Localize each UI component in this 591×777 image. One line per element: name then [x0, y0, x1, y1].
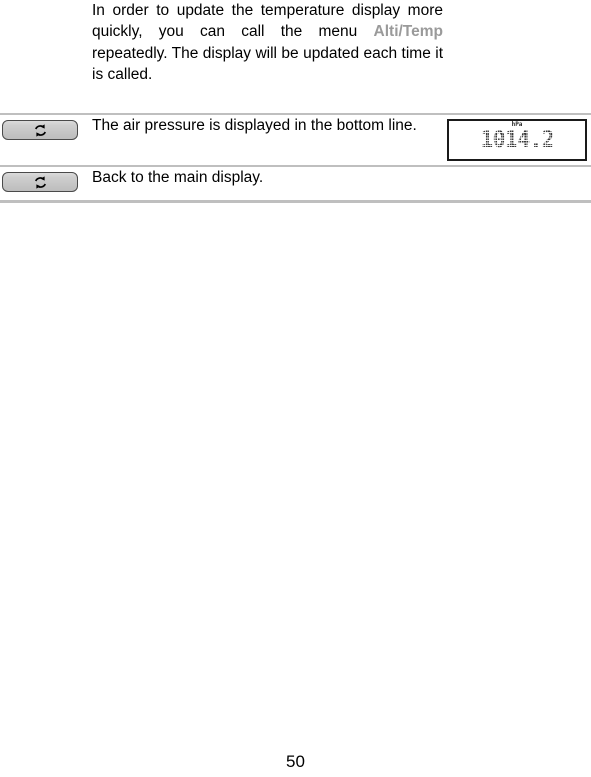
- display-cell: hPa 1014.2: [443, 114, 591, 167]
- display-cell: [443, 0, 591, 115]
- instruction-paragraph: The air pressure is displayed in the bot…: [92, 117, 417, 134]
- menu-keyword: Alti/Temp: [373, 23, 443, 41]
- table-row: The air pressure is displayed in the bot…: [0, 114, 591, 167]
- instruction-cell: In order to update the temperature displ…: [92, 0, 443, 115]
- lcd-pressure-value: 1014.2: [480, 128, 554, 153]
- cycle-arrows-icon: [33, 123, 48, 138]
- display-cell: [443, 166, 591, 203]
- button-cell: [0, 166, 92, 203]
- instruction-paragraph: In order to update the temperature displ…: [92, 0, 443, 86]
- instruction-paragraph: Back to the main display.: [92, 169, 264, 186]
- table-row: In order to update the temperature displ…: [0, 0, 591, 115]
- instruction-cell: The air pressure is displayed in the bot…: [92, 114, 443, 167]
- instruction-table: In order to update the temperature displ…: [0, 0, 591, 203]
- instruction-cell: Back to the main display.: [92, 166, 443, 203]
- cycle-button[interactable]: [2, 120, 78, 140]
- page-number: 50: [286, 752, 305, 771]
- cycle-button[interactable]: [2, 172, 78, 192]
- instruction-text-after: repeatedly. The display will be updated …: [92, 44, 443, 84]
- cycle-arrows-icon: [33, 175, 48, 190]
- lcd-display: hPa 1014.2: [447, 119, 587, 161]
- table-row: Back to the main display.: [0, 166, 591, 203]
- button-cell: [0, 114, 92, 167]
- button-cell: [0, 0, 92, 115]
